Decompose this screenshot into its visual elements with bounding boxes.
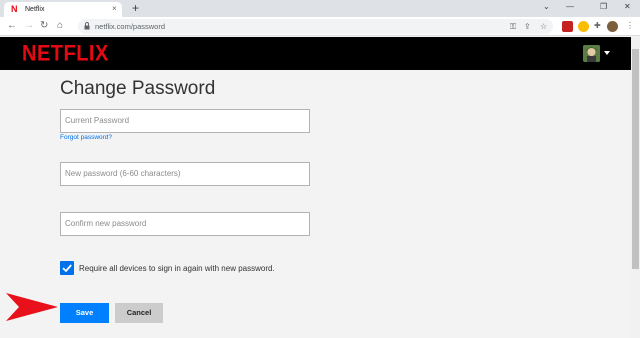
extension-shield-icon[interactable]	[562, 21, 573, 32]
back-icon[interactable]: ←	[7, 20, 17, 32]
lock-icon	[84, 22, 90, 30]
browser-toolbar: ← → ↻ ⌂ netflix.com/password ⚿ ⇪ ☆ ✚ ⋮	[0, 17, 640, 36]
tab-close-icon[interactable]: ×	[112, 4, 117, 13]
site-header: NETFLIX	[0, 37, 631, 70]
netflix-favicon-icon: N	[11, 4, 18, 14]
new-password-field[interactable]: New password (6-60 characters)	[60, 162, 310, 186]
tab-title: Netflix	[25, 6, 45, 13]
reload-icon[interactable]: ↻	[40, 20, 48, 32]
restore-icon[interactable]: ❐	[600, 2, 607, 12]
page-title: Change Password	[60, 78, 216, 99]
new-tab-button[interactable]: +	[129, 2, 142, 15]
extensions-puzzle-icon[interactable]: ✚	[594, 21, 601, 30]
require-signin-checkbox[interactable]	[60, 261, 74, 275]
scrollbar-thumb[interactable]	[632, 49, 639, 269]
bookmark-star-icon[interactable]: ☆	[540, 22, 547, 31]
tab-search-chevron-icon[interactable]: ⌄	[543, 2, 550, 12]
forgot-password-link[interactable]: Forgot password?	[60, 134, 112, 142]
annotation-arrow-icon	[6, 293, 58, 321]
extension-circle-icon[interactable]	[578, 21, 589, 32]
share-icon[interactable]: ⇪	[524, 22, 531, 31]
browser-tab-strip: N Netflix × + ⌄ — ❐ ✕	[0, 0, 640, 17]
home-icon[interactable]: ⌂	[57, 20, 63, 32]
current-password-field[interactable]: Current Password	[60, 109, 310, 133]
save-button[interactable]: Save	[60, 303, 109, 323]
url-text: netflix.com/password	[95, 22, 166, 31]
password-key-icon[interactable]: ⚿	[510, 22, 516, 31]
confirm-password-field[interactable]: Confirm new password	[60, 212, 310, 236]
require-signin-label[interactable]: Require all devices to sign in again wit…	[79, 263, 275, 274]
profile-avatar-icon[interactable]	[607, 21, 618, 32]
browser-tab[interactable]: N Netflix ×	[4, 2, 122, 17]
forward-icon[interactable]: →	[24, 20, 34, 32]
checkmark-icon	[62, 264, 72, 273]
netflix-logo[interactable]: NETFLIX	[22, 42, 109, 66]
avatar-icon	[583, 45, 600, 62]
address-bar[interactable]: netflix.com/password ⚿ ⇪ ☆	[78, 19, 553, 34]
browser-menu-icon[interactable]: ⋮	[626, 21, 634, 30]
window-close-icon[interactable]: ✕	[624, 2, 631, 12]
page-scrollbar[interactable]	[631, 37, 640, 338]
profile-avatar[interactable]	[583, 45, 600, 62]
minimize-icon[interactable]: —	[566, 2, 574, 12]
cancel-button[interactable]: Cancel	[115, 303, 163, 323]
profile-dropdown-caret-icon[interactable]	[604, 51, 610, 55]
